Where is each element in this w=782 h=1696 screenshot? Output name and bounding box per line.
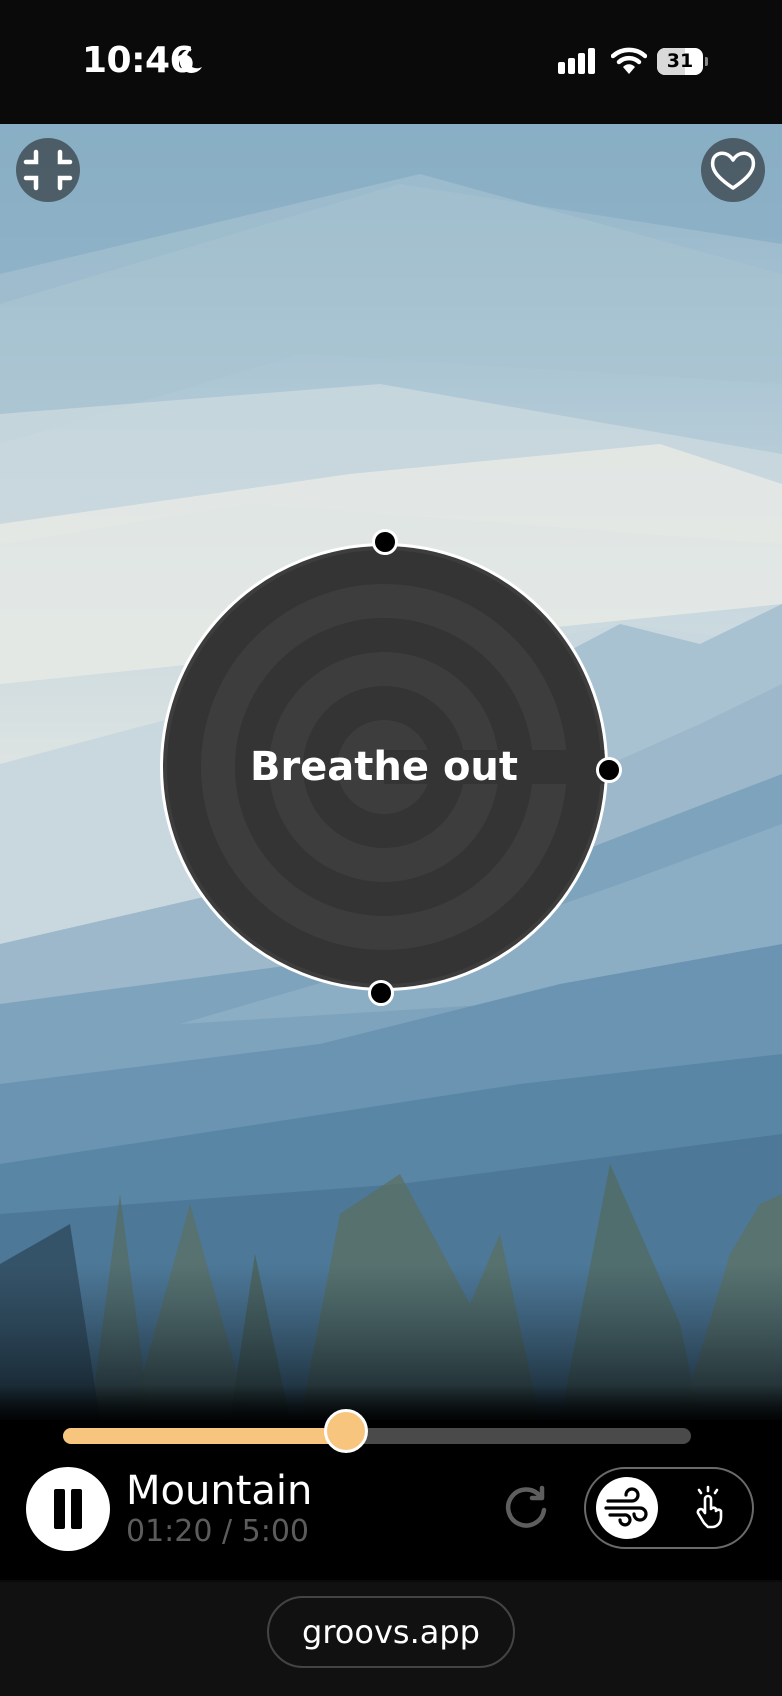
breath-marker-top (372, 529, 398, 555)
replay-icon[interactable] (502, 1484, 550, 1532)
progress-thumb[interactable] (324, 1409, 368, 1453)
touch-mode-button[interactable] (678, 1477, 740, 1539)
breath-instruction: Breathe out (249, 744, 519, 790)
browser-bottom-bar: groovs.app (0, 1582, 782, 1696)
collapse-button[interactable] (16, 138, 80, 202)
pause-icon (54, 1489, 65, 1529)
progress-track[interactable] (63, 1428, 691, 1444)
breath-marker-right (596, 757, 622, 783)
heart-icon (710, 151, 756, 190)
player-fade (0, 1385, 782, 1425)
progress-fill (63, 1428, 346, 1444)
breathing-circle[interactable]: Breathe out (160, 543, 608, 991)
moon-icon (179, 48, 202, 73)
collapse-icon (23, 149, 73, 191)
track-time: 01:20 / 5:00 (126, 1514, 310, 1549)
battery-level: 31 (666, 50, 694, 72)
tap-hand-icon (696, 1485, 723, 1529)
signal-icon (558, 48, 595, 74)
track-title: Mountain (126, 1468, 313, 1514)
wifi-icon (611, 47, 647, 74)
battery-icon: 31 (657, 48, 708, 75)
breath-marker-bottom (368, 980, 394, 1006)
mode-toggle (584, 1467, 754, 1549)
pause-button[interactable] (26, 1467, 110, 1551)
favorite-button[interactable] (701, 138, 765, 202)
wind-icon (604, 1487, 648, 1527)
breath-mode-button[interactable] (596, 1477, 658, 1539)
status-bar: 10:46 31 (0, 0, 782, 124)
url-field[interactable]: groovs.app (267, 1596, 515, 1668)
